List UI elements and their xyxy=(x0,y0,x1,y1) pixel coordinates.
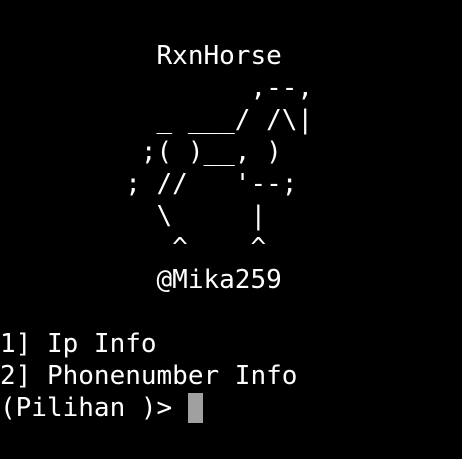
ascii-art-line: ^ ^ xyxy=(0,233,267,263)
banner-title: RxnHorse xyxy=(0,41,282,71)
menu-item-ip-info: 1] Ip Info xyxy=(0,329,157,359)
ascii-art-line: _ ___/ /\| xyxy=(0,105,314,135)
ascii-art-line: \ | xyxy=(0,201,267,231)
ascii-art-line: ,--, xyxy=(0,73,314,103)
ascii-art-line: ; // '--; xyxy=(0,169,298,199)
ascii-art-line: ;( )__, ) xyxy=(0,137,282,167)
menu-item-phonenumber-info: 2] Phonenumber Info xyxy=(0,361,298,391)
banner-author: @Mika259 xyxy=(0,265,282,295)
input-prompt-line[interactable]: (Pilihan )> xyxy=(0,392,203,424)
terminal-window[interactable]: RxnHorse ,--, _ ___/ /\| ;( )__, ) ; // … xyxy=(0,0,462,459)
text-cursor[interactable] xyxy=(187,393,203,423)
prompt-label: (Pilihan )> xyxy=(0,393,188,423)
